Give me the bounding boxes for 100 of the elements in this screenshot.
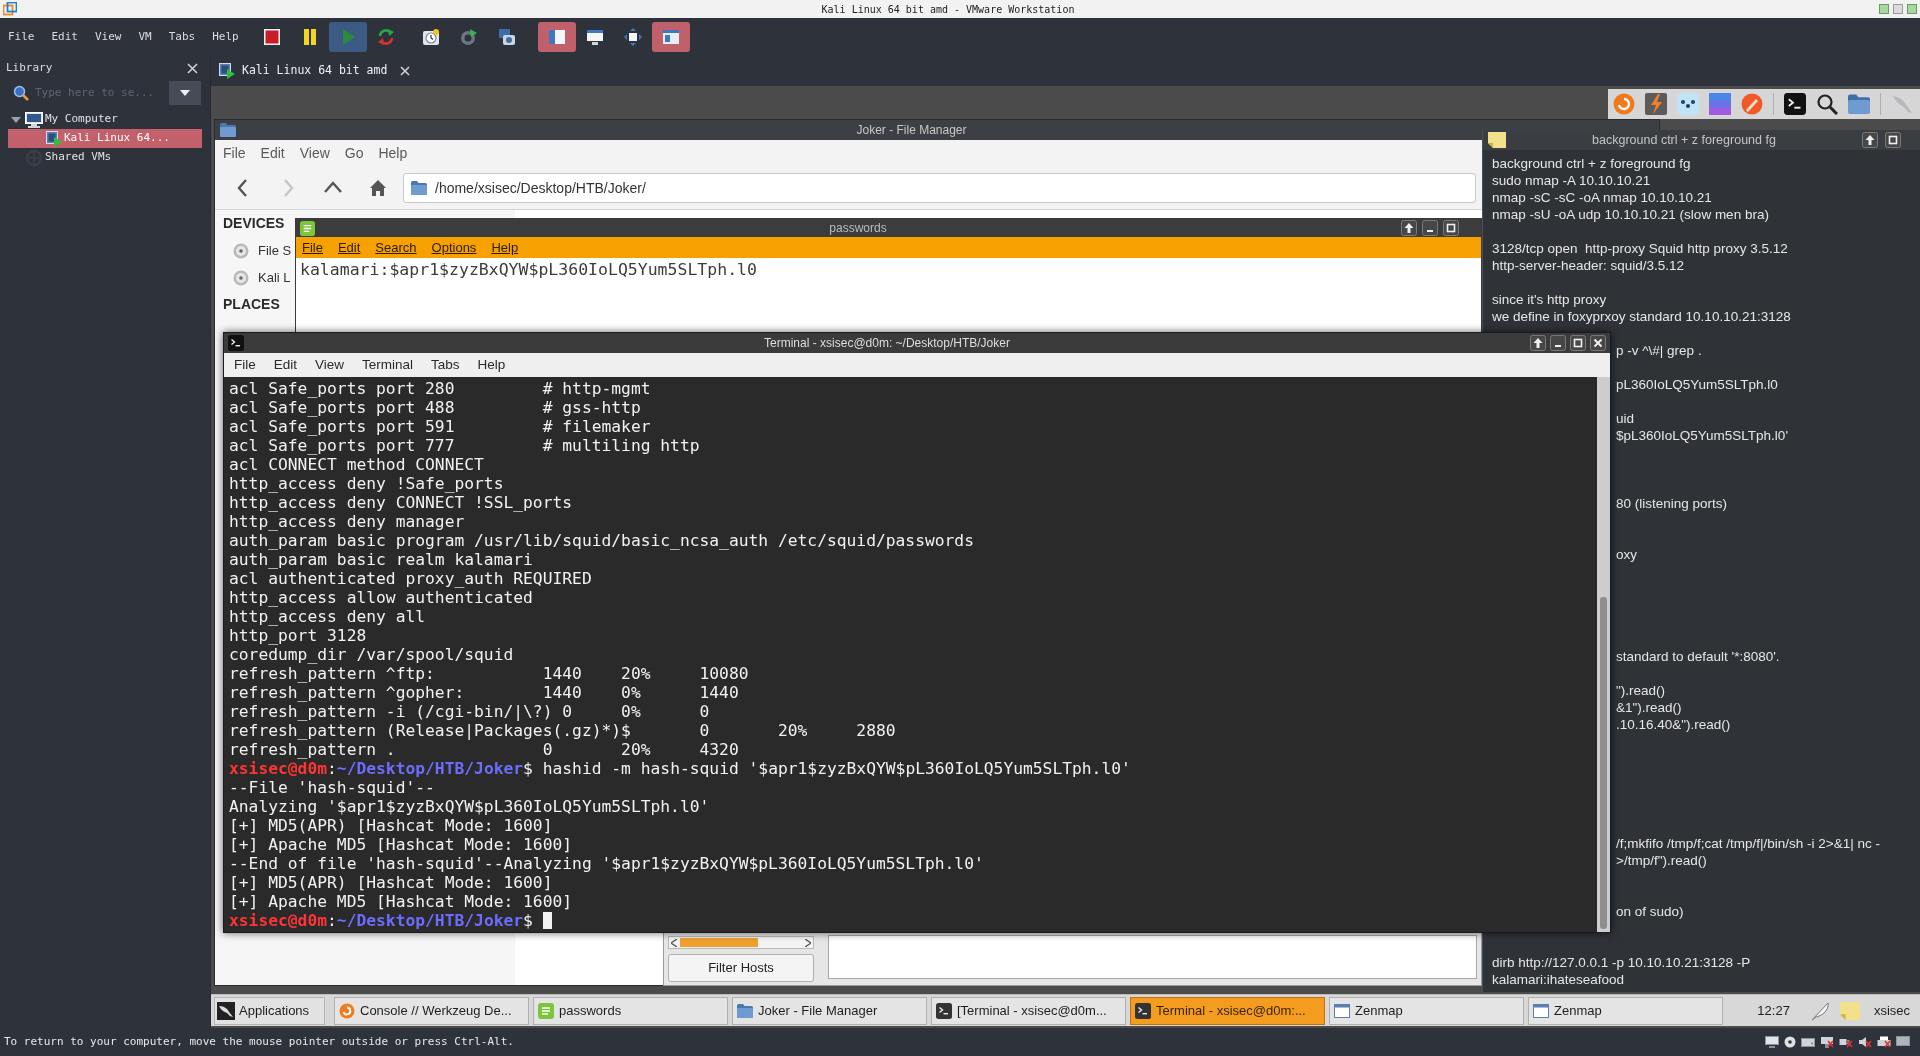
- taskbar-item[interactable]: Zenmap: [1329, 996, 1524, 1025]
- stop-icon: [263, 28, 281, 46]
- menu-item[interactable]: Edit: [337, 237, 361, 258]
- feather-icon[interactable]: [1809, 1000, 1830, 1021]
- menu-item[interactable]: File: [8, 28, 35, 46]
- maximize-icon[interactable]: [1885, 132, 1901, 148]
- overlapping-squares-icon: [3, 2, 17, 16]
- folder-icon[interactable]: [1848, 94, 1870, 114]
- note-line: pL360IoLQ5Yum5SLTph.l0: [1616, 376, 1778, 393]
- close-icon[interactable]: [1590, 335, 1606, 351]
- menu-item[interactable]: Tabs: [168, 28, 196, 46]
- dots-icon[interactable]: [1677, 93, 1699, 115]
- disc-icon[interactable]: [1784, 1036, 1796, 1048]
- console-view-button[interactable]: [538, 22, 576, 52]
- terminal-line: acl CONNECT method CONNECT: [229, 455, 484, 474]
- terminal-line: http_access deny manager: [229, 512, 465, 531]
- menu-item[interactable]: View: [299, 142, 330, 164]
- menu-item[interactable]: Edit: [273, 354, 298, 376]
- menu-item[interactable]: View: [95, 28, 122, 46]
- menu-item[interactable]: Help: [491, 237, 519, 258]
- tab[interactable]: Kali Linux 64 bit amd: [217, 59, 413, 83]
- window-title: Kali Linux 64 bit amd - VMware Workstation: [820, 2, 1076, 17]
- sidebar-item[interactable]: Kali L: [233, 264, 291, 291]
- editor-field[interactable]: kalamari:$apr1$zyzBxQYW$pL360IoLQ5Yum5SLTph.l0: [296, 258, 1481, 335]
- up-arrow-icon[interactable]: [1862, 132, 1878, 148]
- menu-item[interactable]: Help: [378, 142, 408, 164]
- folder-icon: [737, 1003, 753, 1018]
- revert-icon: [460, 28, 478, 46]
- menu-item[interactable]: Options: [431, 237, 477, 258]
- menu-item[interactable]: Terminal: [362, 354, 414, 376]
- menu-item[interactable]: VM: [138, 28, 152, 46]
- sidebar-item[interactable]: File S: [233, 237, 292, 264]
- tree-item[interactable]: My Computer: [8, 110, 202, 129]
- terminal-line: acl Safe_ports port 777 # multiling http: [229, 436, 700, 455]
- up-arrow-icon[interactable]: [1530, 335, 1546, 351]
- taskbar-item[interactable]: Console // Werkzeug De...: [334, 996, 529, 1025]
- home-icon[interactable]: [369, 177, 387, 198]
- taskbar-item[interactable]: [Terminal - xsisec@d0m...: [931, 996, 1126, 1025]
- chevron-left-icon[interactable]: [671, 938, 677, 947]
- menu-item[interactable]: File: [223, 142, 246, 164]
- terminal-icon[interactable]: [1784, 93, 1806, 115]
- menu-item[interactable]: Tabs: [431, 354, 460, 376]
- browser-icon[interactable]: [1613, 93, 1635, 115]
- terminal-line: http_access deny CONNECT !SSL_ports: [229, 493, 573, 512]
- taskbar-item[interactable]: Zenmap: [1528, 996, 1723, 1025]
- browser-icon: [339, 1002, 355, 1019]
- scrollbar-thumb[interactable]: [680, 938, 758, 947]
- printer-icon[interactable]: [1877, 1036, 1891, 1048]
- menu-item[interactable]: Go: [344, 142, 364, 164]
- menu-item[interactable]: Edit: [51, 28, 78, 46]
- monitor-icon[interactable]: [1896, 1036, 1910, 1048]
- terminal-line: auth_param basic realm kalamari: [229, 550, 533, 569]
- search-icon[interactable]: [1816, 93, 1838, 115]
- menu-item[interactable]: File: [234, 354, 256, 376]
- window-title: Terminal - xsisec@d0m: ~/Desktop/HTB/Joker: [763, 335, 1011, 352]
- note-line: nmap -sC -sC -oA nmap 10.10.10.21: [1492, 189, 1712, 206]
- folder-icon: [220, 123, 236, 137]
- tree-item[interactable]: Kali Linux 64...: [8, 129, 202, 148]
- taskbar-item[interactable]: Joker - File Manager: [732, 996, 927, 1025]
- section-heading: PLACES: [223, 295, 280, 314]
- lightning-icon[interactable]: [1645, 93, 1667, 115]
- dropdown-button[interactable]: [169, 80, 201, 105]
- note-line: background ctrl + z foreground fg: [1492, 155, 1691, 172]
- note-line: 3128/tcp open http-proxy Squid http proxy 3.5.12: [1492, 240, 1788, 257]
- hard-drive-icon[interactable]: [1801, 1036, 1815, 1048]
- notepad-icon: [300, 220, 315, 236]
- menu-item[interactable]: Edit: [260, 142, 285, 164]
- disc-icon: [233, 242, 249, 259]
- library-button[interactable]: [652, 22, 690, 52]
- up-arrow-icon[interactable]: [1401, 220, 1417, 236]
- caret-icon[interactable]: [11, 114, 21, 125]
- minimize-icon[interactable]: [1422, 220, 1438, 236]
- terminal-line: [+] MD5(APR) [Hashcat Mode: 1600]: [229, 873, 553, 892]
- scrollbar-thumb[interactable]: [1600, 597, 1607, 929]
- pen-icon[interactable]: [1741, 93, 1763, 115]
- menu-item[interactable]: Search: [375, 237, 417, 258]
- menu-item[interactable]: Help: [477, 354, 506, 376]
- minimize-icon[interactable]: [1550, 335, 1566, 351]
- taskbar-item[interactable]: passwords: [533, 996, 728, 1025]
- filter-hosts-button[interactable]: Filter Hosts: [668, 954, 814, 982]
- tree-item[interactable]: Shared VMs: [8, 148, 202, 167]
- terminal-line: [+] MD5(APR) [Hashcat Mode: 1600]: [229, 816, 553, 835]
- menu-item[interactable]: File: [302, 237, 323, 258]
- sound-icon[interactable]: [1858, 1036, 1872, 1048]
- terminal-line: [+] Apache MD5 [Hashcat Mode: 1600]: [229, 835, 573, 854]
- path-bar[interactable]: /home/xsisec/Desktop/HTB/Joker/: [403, 172, 1476, 203]
- usb-icon[interactable]: [1839, 1036, 1853, 1048]
- note-line: .10.16.40&").read(): [1616, 716, 1731, 733]
- menu-item[interactable]: Help: [212, 28, 239, 46]
- display-icon[interactable]: [1765, 1036, 1779, 1048]
- applications-menu[interactable]: Applications: [214, 996, 325, 1025]
- note-line: uid: [1616, 410, 1634, 427]
- menu-item[interactable]: View: [315, 354, 345, 376]
- terminal-line: http_access allow authenticated: [229, 588, 533, 607]
- maximize-icon[interactable]: [1570, 335, 1586, 351]
- taskbar-item[interactable]: Terminal - xsisec@d0m:...: [1130, 996, 1325, 1025]
- maximize-icon[interactable]: [1443, 220, 1459, 236]
- chevron-right-icon[interactable]: [805, 938, 811, 947]
- network-icon[interactable]: [1820, 1036, 1834, 1048]
- path-field[interactable]: /home/xsisec/Desktop/HTB/Joker/: [435, 176, 1475, 199]
